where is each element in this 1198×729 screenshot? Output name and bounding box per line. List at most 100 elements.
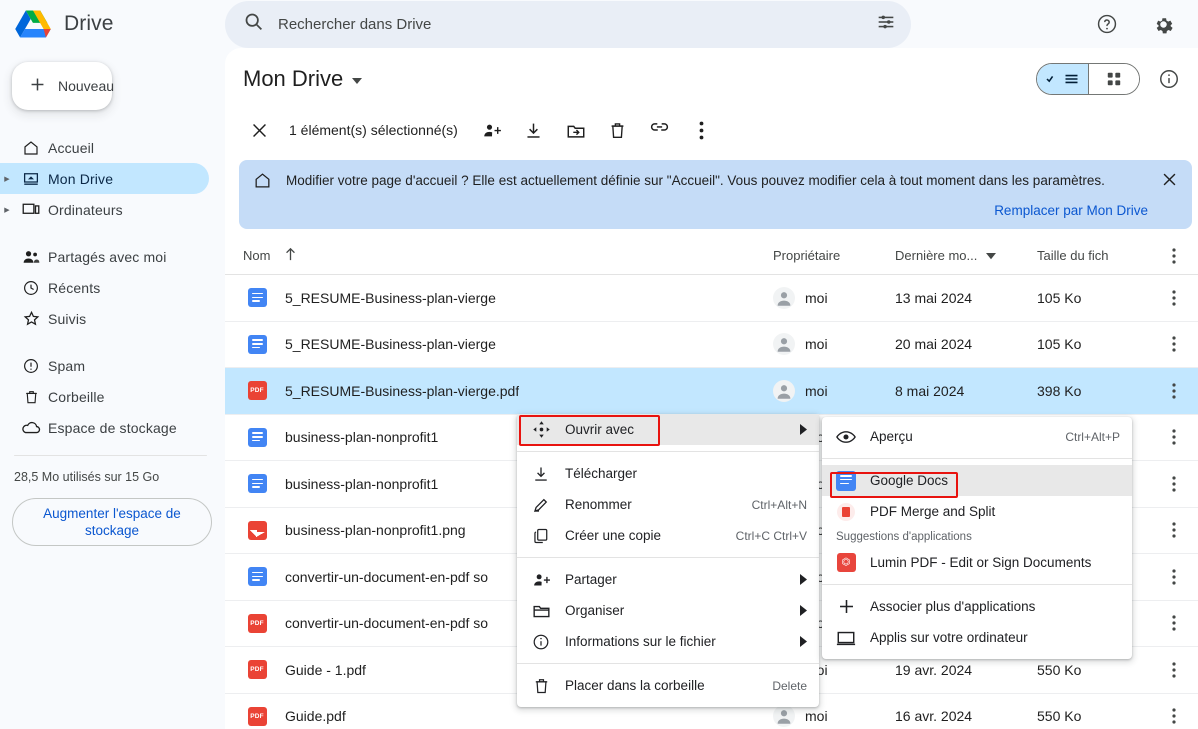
tune-icon[interactable] <box>875 11 897 38</box>
submenu-item-desktop-apps[interactable]: Applis sur votre ordinateur <box>822 622 1132 653</box>
table-row[interactable]: 5_RESUME-Business-plan-vierge moi 20 mai… <box>225 322 1198 368</box>
sidebar-item-label: Spam <box>48 357 86 374</box>
submenu-item-pdf-merge-and-split[interactable]: PDF Merge and Split <box>822 496 1132 527</box>
sidebar-nav: Accueil ▶ Mon Drive ▶ Ordinateurs Partag… <box>0 132 225 443</box>
search-placeholder: Rechercher dans Drive <box>278 15 432 33</box>
sidebar: Nouveau Accueil ▶ Mon Drive ▶ Ordinateur… <box>0 48 225 729</box>
context-menu-item[interactable]: Créer une copie Ctrl+C Ctrl+V <box>517 520 819 551</box>
keyboard-shortcut: Ctrl+Alt+N <box>751 497 807 512</box>
copy-icon <box>517 527 565 545</box>
sidebar-item-label: Partagés avec moi <box>48 248 167 265</box>
submenu-item-lumin-pdf[interactable]: ⏣ Lumin PDF - Edit or Sign Documents <box>822 547 1132 578</box>
help-circle-icon[interactable] <box>1090 7 1124 41</box>
file-owner-cell: moi <box>773 705 895 728</box>
grid-view-icon[interactable] <box>1088 64 1139 94</box>
row-more-options[interactable] <box>1149 383 1198 399</box>
column-header-owner[interactable]: Propriétaire <box>773 248 895 263</box>
row-more-options[interactable] <box>1149 522 1198 538</box>
gear-icon[interactable] <box>1146 7 1180 41</box>
row-more-options[interactable] <box>1149 476 1198 492</box>
file-name: 5_RESUME-Business-plan-vierge <box>285 336 496 353</box>
file-size-cell: 105 Ko <box>1037 289 1082 306</box>
row-more-options[interactable] <box>1149 290 1198 306</box>
row-more-options[interactable] <box>1149 569 1198 585</box>
close-icon[interactable] <box>239 110 279 150</box>
chevron-right-icon[interactable]: ▶ <box>0 206 14 214</box>
sidebar-item-ordinateurs[interactable]: ▶ Ordinateurs <box>0 194 209 225</box>
list-view-icon[interactable] <box>1037 64 1088 94</box>
trash-icon[interactable] <box>598 110 638 150</box>
column-header-options[interactable] <box>1149 247 1198 264</box>
table-row[interactable]: 5_RESUME-Business-plan-vierge moi 13 mai… <box>225 275 1198 322</box>
context-menu-item[interactable]: Organiser <box>517 595 819 626</box>
column-header-size[interactable]: Taille du fich <box>1037 248 1149 263</box>
drive-logo-icon <box>14 7 52 41</box>
column-label: Nom <box>243 248 271 263</box>
avatar <box>773 705 795 728</box>
row-more-options[interactable] <box>1149 662 1198 678</box>
home-icon <box>253 171 272 195</box>
row-more-options[interactable] <box>1149 336 1198 352</box>
search-input[interactable]: Rechercher dans Drive <box>225 0 911 48</box>
more-vertical-icon[interactable] <box>682 110 722 150</box>
brand-name: Drive <box>64 12 114 35</box>
avatar <box>773 333 795 356</box>
my-drive-icon <box>14 170 48 188</box>
view-toggle <box>1036 63 1140 95</box>
sidebar-item-corbeille[interactable]: Corbeille <box>0 381 209 412</box>
sidebar-item-label: Espace de stockage <box>48 419 177 436</box>
context-menu-item[interactable]: Partager <box>517 564 819 595</box>
submenu-arrow-icon <box>793 424 807 435</box>
link-icon[interactable] <box>640 110 680 150</box>
brand[interactable]: Drive <box>0 0 225 48</box>
context-menu-item[interactable]: Placer dans la corbeille Delete <box>517 670 819 701</box>
row-more-options[interactable] <box>1149 615 1198 631</box>
file-name-cell[interactable]: PDF Guide.pdf <box>225 706 773 726</box>
new-button-label: Nouveau <box>58 78 115 94</box>
info-circle-icon[interactable] <box>1152 62 1186 96</box>
desktop-icon <box>822 630 870 646</box>
sidebar-item-suivis[interactable]: Suivis <box>0 303 209 334</box>
info-circle-icon <box>517 633 565 651</box>
context-menu-item[interactable]: Ouvrir avec <box>517 414 819 445</box>
download-icon[interactable] <box>514 110 554 150</box>
homepage-banner: Modifier votre page d'accueil ? Elle est… <box>239 160 1192 229</box>
table-row[interactable]: PDF 5_RESUME-Business-plan-vierge.pdf mo… <box>225 368 1198 415</box>
submenu-item-associate-more-apps[interactable]: Associer plus d'applications <box>822 591 1132 622</box>
chevron-right-icon[interactable]: ▶ <box>0 175 14 183</box>
row-more-options[interactable] <box>1149 429 1198 445</box>
page-title[interactable]: Mon Drive <box>243 66 363 92</box>
chevron-down-icon[interactable] <box>352 77 363 84</box>
column-header-name[interactable]: Nom <box>225 247 773 264</box>
sidebar-item-recents[interactable]: Récents <box>0 272 209 303</box>
eye-icon <box>822 430 870 444</box>
file-owner-cell: moi <box>773 333 895 356</box>
move-to-folder-icon[interactable] <box>556 110 596 150</box>
submenu-item-google-docs[interactable]: Google Docs <box>822 465 1132 496</box>
new-button[interactable]: Nouveau <box>12 62 115 110</box>
context-menu-item[interactable]: Télécharger <box>517 458 819 489</box>
file-name-cell[interactable]: 5_RESUME-Business-plan-vierge <box>225 288 773 308</box>
file-name-cell[interactable]: PDF 5_RESUME-Business-plan-vierge.pdf <box>225 381 773 401</box>
open-with-icon <box>517 420 565 439</box>
banner-action-link[interactable]: Remplacer par Mon Drive <box>994 203 1148 218</box>
column-header-modified[interactable]: Dernière mo... <box>895 248 1037 263</box>
sidebar-item-spam[interactable]: Spam <box>0 350 209 381</box>
sidebar-item-partages-avec-moi[interactable]: Partagés avec moi <box>0 241 209 272</box>
sidebar-item-mon-drive[interactable]: ▶ Mon Drive <box>0 163 209 194</box>
submenu-item-preview[interactable]: Aperçu Ctrl+Alt+P <box>822 421 1132 452</box>
keyboard-shortcut: Ctrl+Alt+P <box>1065 429 1120 444</box>
sidebar-item-espace-de-stockage[interactable]: Espace de stockage <box>0 412 209 443</box>
close-icon[interactable] <box>1160 171 1178 187</box>
context-menu-item[interactable]: Renommer Ctrl+Alt+N <box>517 489 819 520</box>
sidebar-item-accueil[interactable]: Accueil <box>0 132 209 163</box>
file-name-cell[interactable]: 5_RESUME-Business-plan-vierge <box>225 334 773 354</box>
context-menu-item[interactable]: Informations sur le fichier <box>517 626 819 657</box>
upgrade-storage-button[interactable]: Augmenter l'espace de stockage <box>12 498 212 546</box>
row-more-options[interactable] <box>1149 708 1198 724</box>
file-name: Guide.pdf <box>285 708 346 725</box>
share-icon[interactable] <box>472 110 512 150</box>
clock-icon <box>14 279 48 297</box>
menu-separator <box>517 451 819 452</box>
